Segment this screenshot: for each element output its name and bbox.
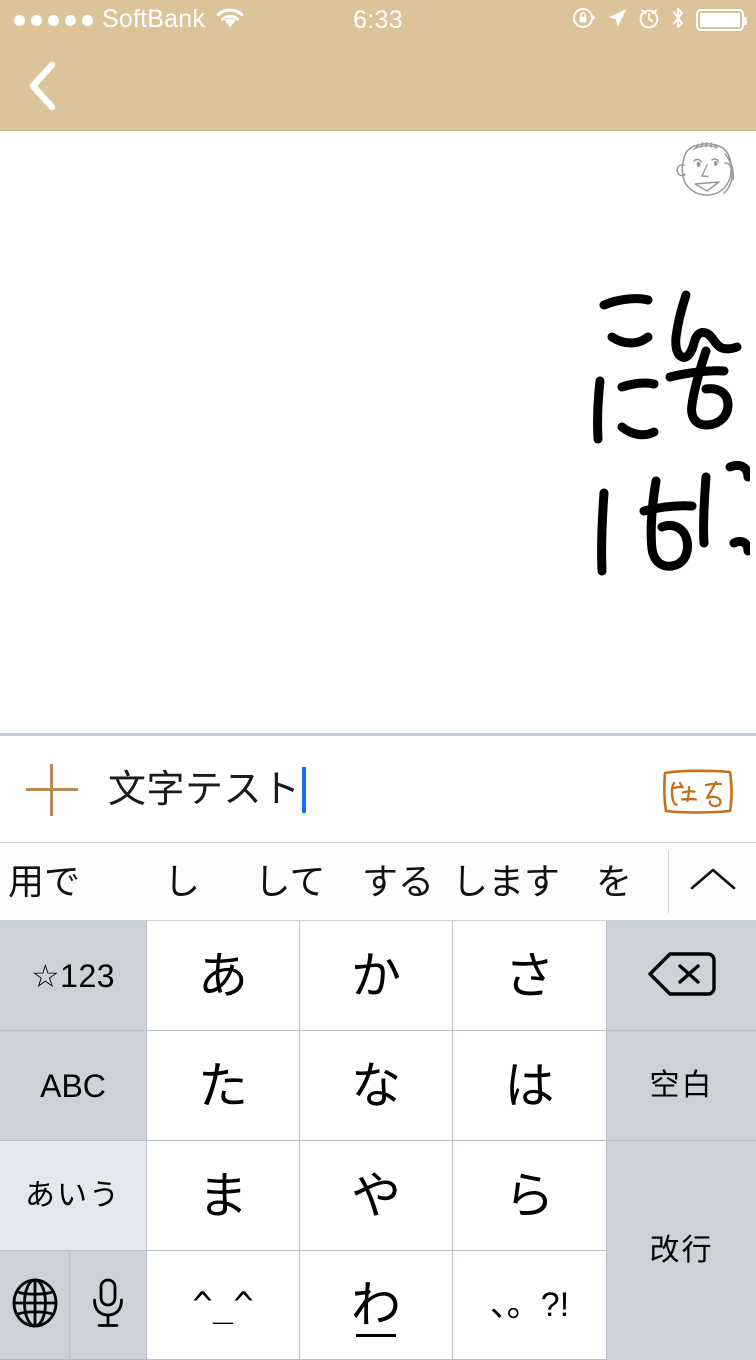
suggestion-item[interactable]: し <box>128 863 236 900</box>
key-punctuation-label: 、。?! <box>489 1286 570 1324</box>
microphone-icon <box>88 1276 128 1334</box>
key-a-label: あ <box>198 947 248 1004</box>
key-na-label: な <box>351 1057 401 1114</box>
key-return-label: 改行 <box>649 1233 714 1267</box>
suggestion-item[interactable]: する <box>344 863 452 900</box>
key-ha[interactable]: は <box>453 1031 607 1141</box>
key-space-label: 空白 <box>649 1068 714 1102</box>
key-ya-label: や <box>351 1167 401 1224</box>
chevron-up-icon <box>686 862 740 901</box>
suggestion-item[interactable]: します <box>452 863 560 900</box>
message-input-value: 文字テスト <box>108 768 301 811</box>
key-microphone[interactable] <box>70 1251 147 1360</box>
alarm-clock-icon <box>638 7 660 34</box>
suggestion-expand-button[interactable] <box>669 843 756 920</box>
key-wa[interactable]: わ <box>300 1251 453 1360</box>
suggestion-list: 用で し して する します を <box>0 843 668 920</box>
chat-screen: SoftBank 6:33 文字テスト 用で し して する します を ☆12… <box>0 0 756 1360</box>
send-button[interactable] <box>660 766 736 816</box>
underscore-mark <box>356 1334 396 1337</box>
back-chevron-icon <box>26 60 60 117</box>
key-ra-label: ら <box>504 1167 555 1224</box>
key-ka-label: か <box>351 947 401 1004</box>
key-abc-label: ABC <box>40 1067 106 1104</box>
key-space[interactable]: 空白 <box>607 1031 756 1141</box>
suggestion-item[interactable]: 用で <box>0 863 128 900</box>
key-ka[interactable]: か <box>300 921 453 1031</box>
key-na[interactable]: な <box>300 1031 453 1141</box>
key-punctuation[interactable]: 、。?! <box>453 1251 607 1360</box>
key-emoticon[interactable]: ^_^ <box>147 1251 300 1360</box>
key-ma[interactable]: ま <box>147 1141 300 1251</box>
key-emoticon-label: ^_^ <box>192 1285 254 1325</box>
location-arrow-icon <box>606 7 628 34</box>
plus-icon[interactable] <box>26 764 78 816</box>
key-ta-label: た <box>198 1057 248 1114</box>
key-globe[interactable] <box>0 1251 70 1360</box>
key-ta[interactable]: た <box>147 1031 300 1141</box>
rotation-lock-icon <box>572 6 596 35</box>
key-a[interactable]: あ <box>147 921 300 1031</box>
message-canvas[interactable] <box>0 131 756 734</box>
key-abc[interactable]: ABC <box>0 1031 147 1141</box>
key-symbols-123[interactable]: ☆123 <box>0 921 147 1031</box>
clock-text: 6:33 <box>353 5 403 34</box>
status-bar: SoftBank 6:33 <box>0 0 756 40</box>
key-symbols-123-label: ☆123 <box>30 957 116 994</box>
key-delete[interactable] <box>607 921 756 1031</box>
key-return[interactable]: 改行 <box>607 1141 756 1360</box>
key-ma-label: ま <box>198 1167 248 1224</box>
suggestion-item[interactable]: を <box>560 863 668 900</box>
key-sa[interactable]: さ <box>453 921 607 1031</box>
key-ha-label: は <box>504 1057 555 1114</box>
suggestion-item[interactable]: して <box>236 863 344 900</box>
message-input-field[interactable]: 文字テスト <box>108 736 306 843</box>
text-cursor <box>301 766 306 813</box>
key-ya[interactable]: や <box>300 1141 453 1251</box>
japanese-keyboard: ☆123 あ か さ ABC た な は 空白 あいう ま や ら 改行 ^_^… <box>0 921 756 1360</box>
navigation-bar <box>0 40 756 131</box>
battery-icon <box>696 9 747 31</box>
hand-drawn-face-avatar <box>668 139 742 201</box>
bluetooth-icon <box>670 6 686 35</box>
message-input-bar: 文字テスト <box>0 736 756 843</box>
key-aiu[interactable]: あいう <box>0 1141 147 1251</box>
key-aiu-label: あいう <box>25 1178 121 1212</box>
back-button[interactable] <box>12 57 74 119</box>
handwritten-message <box>582 281 753 581</box>
suggestion-bar: 用で し して する します を <box>0 843 756 921</box>
globe-icon <box>9 1277 61 1333</box>
key-ra[interactable]: ら <box>453 1141 607 1251</box>
key-sa-label: さ <box>504 947 555 1004</box>
status-bar-right <box>572 0 747 40</box>
key-wa-label: わ <box>351 1277 401 1333</box>
delete-icon <box>646 948 718 1004</box>
